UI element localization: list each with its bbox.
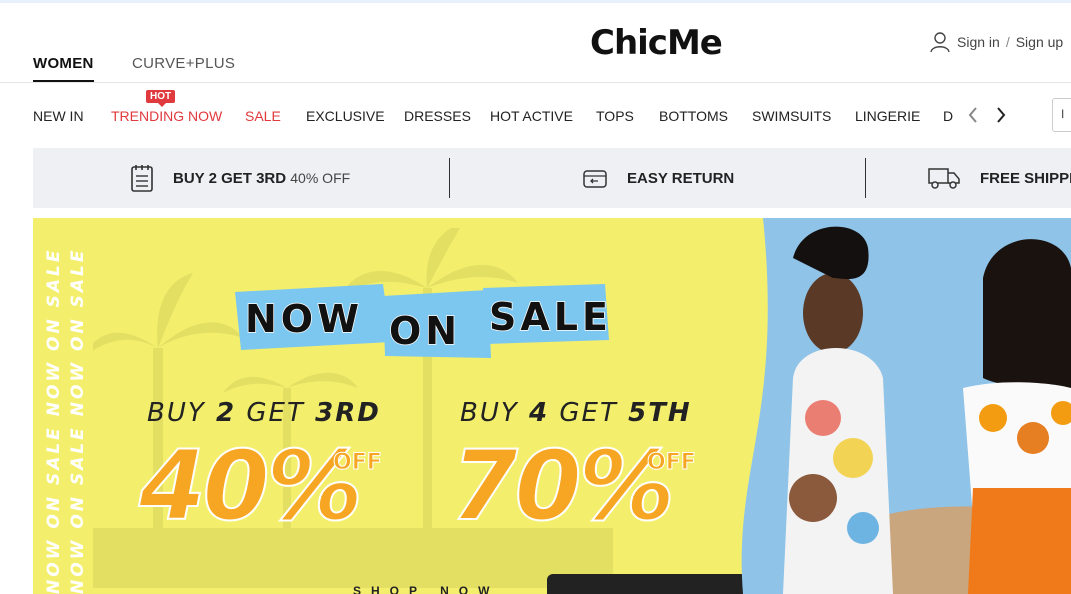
site-logo[interactable]: ChicMe <box>590 23 723 63</box>
shop-now-text[interactable]: SHOP NOW <box>353 584 499 594</box>
nav-swimsuits[interactable]: SWIMSUITS <box>752 108 831 124</box>
nav-sale[interactable]: SALE <box>245 108 281 124</box>
offer-2-percent: 70% <box>450 429 676 543</box>
offer-2-buy: BUY <box>460 398 519 428</box>
search-cursor: I <box>1061 107 1065 121</box>
promo-2-title: EASY RETURN <box>627 169 735 187</box>
promo-easy-return[interactable]: EASY RETURN <box>583 148 734 208</box>
tab-curve-plus[interactable]: CURVE+PLUS <box>132 55 235 72</box>
nav-tops[interactable]: TOPS <box>596 108 634 124</box>
promo-1-detail: 40% OFF <box>290 169 351 186</box>
nav-trending-now[interactable]: TRENDING NOW <box>111 108 222 124</box>
nav-bottoms[interactable]: BOTTOMS <box>659 108 728 124</box>
offer-2-target: 5TH <box>628 398 692 428</box>
search-input[interactable]: I <box>1052 98 1071 132</box>
offer-1-get: GET <box>246 398 305 428</box>
offer-1-off: OFF <box>333 450 383 476</box>
hero-banner[interactable]: NOW ON SALE NOW ON SALE NOW ON SALE NOW … <box>33 218 1071 594</box>
account-separator: / <box>1005 34 1010 50</box>
list-icon <box>131 165 153 192</box>
sign-in-link[interactable]: Sign in <box>957 34 1000 50</box>
sign-up-link[interactable]: Sign up <box>1016 34 1063 50</box>
site-header: WOMEN CURVE+PLUS ChicMe Sign in / Sign u… <box>0 3 1071 83</box>
headline-word-sale: SALE <box>489 295 612 339</box>
offer-2-off: OFF <box>647 450 697 476</box>
promo-free-shipping[interactable]: FREE SHIPPI <box>928 148 1071 208</box>
promo-buy-2-get-3rd[interactable]: BUY 2 GET 3RD 40% OFF <box>131 148 350 208</box>
account-links: Sign in / Sign up <box>929 31 1063 53</box>
user-icon[interactable] <box>929 31 951 53</box>
nav-exclusive[interactable]: EXCLUSIVE <box>306 108 385 124</box>
nav-prev-button[interactable] <box>963 102 983 128</box>
hot-badge: HOT <box>146 90 176 107</box>
models-photo <box>741 218 1071 594</box>
offer-1-target: 3RD <box>315 398 381 428</box>
vertical-sale-text: NOW ON SALE NOW ON SALE NOW ON SALE NOW … <box>44 247 88 594</box>
tab-women[interactable]: WOMEN <box>33 55 94 82</box>
category-nav: HOT NEW IN TRENDING NOW SALE EXCLUSIVE D… <box>0 84 1071 148</box>
promo-3-title: FREE SHIPPI <box>980 169 1071 187</box>
offer-2-heading: BUY 4 GET 5TH <box>460 398 692 428</box>
now-on-sale-headline: NOW ON SALE <box>235 284 612 358</box>
offer-2-get: GET <box>559 398 618 428</box>
return-box-icon <box>583 170 607 188</box>
nav-dresses[interactable]: DRESSES <box>404 108 471 124</box>
promo-divider-2 <box>865 158 866 198</box>
headline-word-on: ON <box>389 309 461 353</box>
truck-icon <box>928 168 960 189</box>
promo-divider-1 <box>449 158 450 198</box>
headline-word-now: NOW <box>245 297 363 341</box>
chevron-right-icon <box>997 107 1006 123</box>
promo-1-title: BUY 2 GET 3RD <box>173 169 287 187</box>
nav-hot-active[interactable]: HOT ACTIVE <box>490 108 573 124</box>
nav-new-in[interactable]: NEW IN <box>33 108 84 124</box>
nav-lingerie[interactable]: LINGERIE <box>855 108 920 124</box>
offer-1-qty: 2 <box>216 398 237 428</box>
vertical-sale-text-label-2: NOW ON SALE NOW ON SALE <box>68 247 88 594</box>
chevron-left-icon <box>968 107 977 123</box>
nav-next-button[interactable] <box>991 102 1011 128</box>
offer-1-heading: BUY 2 GET 3RD <box>147 398 381 428</box>
logo-text: ChicMe <box>590 23 723 63</box>
promo-bar: BUY 2 GET 3RD 40% OFF EASY RETURN FREE S… <box>33 148 1071 208</box>
offer-2-qty: 4 <box>529 398 550 428</box>
offer-1-percent: 40% <box>138 429 364 543</box>
nav-item-truncated[interactable]: D <box>943 108 953 124</box>
offer-1-buy: BUY <box>147 398 206 428</box>
vertical-sale-text-label: NOW ON SALE NOW ON SALE <box>44 247 64 594</box>
